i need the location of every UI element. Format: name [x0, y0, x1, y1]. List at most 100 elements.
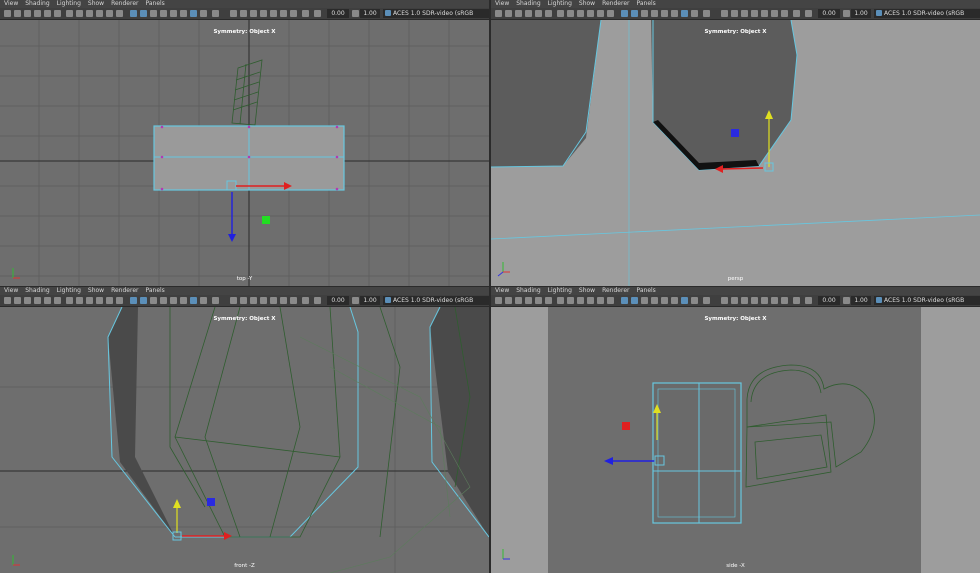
colorspace-dropdown[interactable]: ACES 1.0 SDR-video (sRGB [383, 296, 489, 305]
smooth-shade-icon[interactable] [631, 10, 638, 17]
textured-icon[interactable] [170, 10, 177, 17]
motion-blur-icon[interactable] [731, 10, 738, 17]
viewport-canvas[interactable]: Symmetry: Object X top -Y [0, 20, 489, 286]
ambient-occlusion-icon[interactable] [721, 10, 728, 17]
viewport-front[interactable]: View Shading Lighting Show Renderer Pane… [0, 287, 489, 573]
depth-of-field-icon[interactable] [260, 10, 267, 17]
menu-lighting[interactable]: Lighting [57, 0, 81, 8]
hud-icon[interactable] [781, 297, 788, 304]
resolution-gate-icon[interactable] [577, 10, 584, 17]
field-chart-icon[interactable] [597, 10, 604, 17]
exposure-icon[interactable] [270, 10, 277, 17]
depth-of-field-icon[interactable] [260, 297, 267, 304]
menu-shading[interactable]: Shading [25, 287, 49, 295]
menu-panels[interactable]: Panels [145, 287, 164, 295]
image-plane-icon[interactable] [34, 297, 41, 304]
gamma-icon[interactable] [771, 297, 778, 304]
bounding-box-icon[interactable] [150, 297, 157, 304]
menu-view[interactable]: View [4, 287, 18, 295]
menu-shading[interactable]: Shading [516, 0, 540, 8]
grid-icon[interactable] [557, 10, 564, 17]
smooth-shade-icon[interactable] [140, 10, 147, 17]
menu-shading[interactable]: Shading [516, 287, 540, 295]
use-lights-icon[interactable] [651, 297, 658, 304]
gamma-toggle-icon[interactable] [843, 297, 850, 304]
exposure-field[interactable]: 0.00 [327, 296, 349, 305]
viewport-canvas[interactable]: Symmetry: Object X side -X [491, 307, 980, 573]
field-chart-icon[interactable] [597, 297, 604, 304]
wireframe-icon[interactable] [130, 297, 137, 304]
anti-alias-icon[interactable] [741, 297, 748, 304]
xray-icon[interactable] [190, 297, 197, 304]
bookmark-icon[interactable] [515, 297, 522, 304]
exposure-icon[interactable] [270, 297, 277, 304]
camera-icon[interactable] [495, 297, 502, 304]
exposure-field[interactable]: 0.00 [818, 296, 840, 305]
wireframe-icon[interactable] [621, 297, 628, 304]
resolution-gate-icon[interactable] [577, 297, 584, 304]
wireframe-icon[interactable] [130, 10, 137, 17]
camera-attr-icon[interactable] [505, 297, 512, 304]
gate-mask-icon[interactable] [96, 297, 103, 304]
isolate-select-icon[interactable] [703, 10, 710, 17]
menu-show[interactable]: Show [579, 287, 595, 295]
menu-show[interactable]: Show [88, 287, 104, 295]
bounding-box-icon[interactable] [150, 10, 157, 17]
textured-icon[interactable] [661, 297, 668, 304]
menu-view[interactable]: View [495, 0, 509, 8]
twod-pan-icon[interactable] [44, 10, 51, 17]
menu-renderer[interactable]: Renderer [111, 287, 138, 295]
grid-icon[interactable] [66, 297, 73, 304]
menu-lighting[interactable]: Lighting [548, 0, 572, 8]
isolate-select-icon[interactable] [703, 297, 710, 304]
textured-icon[interactable] [661, 10, 668, 17]
menu-lighting[interactable]: Lighting [57, 287, 81, 295]
isolate-select-icon[interactable] [212, 297, 219, 304]
image-plane-icon[interactable] [525, 297, 532, 304]
gamma-icon[interactable] [280, 297, 287, 304]
gamma-field[interactable]: 1.00 [360, 296, 380, 305]
bounding-box-icon[interactable] [641, 10, 648, 17]
viewport-canvas[interactable]: Symmetry: Object X persp [491, 20, 980, 286]
menu-show[interactable]: Show [88, 0, 104, 8]
viewport-canvas[interactable]: Symmetry: Object X front -Z [0, 307, 489, 573]
hud-icon[interactable] [290, 297, 297, 304]
gate-mask-icon[interactable] [96, 10, 103, 17]
camera-attr-icon[interactable] [505, 10, 512, 17]
xray-icon[interactable] [681, 10, 688, 17]
camera-icon[interactable] [495, 10, 502, 17]
motion-blur-icon[interactable] [731, 297, 738, 304]
field-chart-icon[interactable] [106, 10, 113, 17]
exposure-slider-icon[interactable] [302, 297, 309, 304]
exposure-reset-icon[interactable] [805, 297, 812, 304]
wireframe-icon[interactable] [621, 10, 628, 17]
exposure-field[interactable]: 0.00 [327, 9, 349, 18]
resolution-gate-icon[interactable] [86, 10, 93, 17]
smooth-shade-icon[interactable] [631, 297, 638, 304]
smooth-shade-icon[interactable] [140, 297, 147, 304]
twod-pan-icon[interactable] [44, 297, 51, 304]
menu-panels[interactable]: Panels [636, 0, 655, 8]
xray-icon[interactable] [190, 10, 197, 17]
ambient-occlusion-icon[interactable] [230, 297, 237, 304]
motion-blur-icon[interactable] [240, 10, 247, 17]
menu-renderer[interactable]: Renderer [602, 0, 629, 8]
shadows-icon[interactable] [671, 10, 678, 17]
gamma-field[interactable]: 1.00 [851, 296, 871, 305]
anti-alias-icon[interactable] [741, 10, 748, 17]
bookmark-icon[interactable] [24, 297, 31, 304]
gamma-field[interactable]: 1.00 [360, 9, 380, 18]
motion-blur-icon[interactable] [240, 297, 247, 304]
xray-joints-icon[interactable] [200, 297, 207, 304]
ambient-occlusion-icon[interactable] [721, 297, 728, 304]
menu-renderer[interactable]: Renderer [602, 287, 629, 295]
depth-of-field-icon[interactable] [751, 10, 758, 17]
safe-action-icon[interactable] [607, 10, 614, 17]
depth-of-field-icon[interactable] [751, 297, 758, 304]
gamma-icon[interactable] [280, 10, 287, 17]
bookmark-icon[interactable] [24, 10, 31, 17]
menu-panels[interactable]: Panels [636, 287, 655, 295]
grease-pencil-icon[interactable] [545, 297, 552, 304]
exposure-reset-icon[interactable] [314, 10, 321, 17]
camera-attr-icon[interactable] [14, 297, 21, 304]
